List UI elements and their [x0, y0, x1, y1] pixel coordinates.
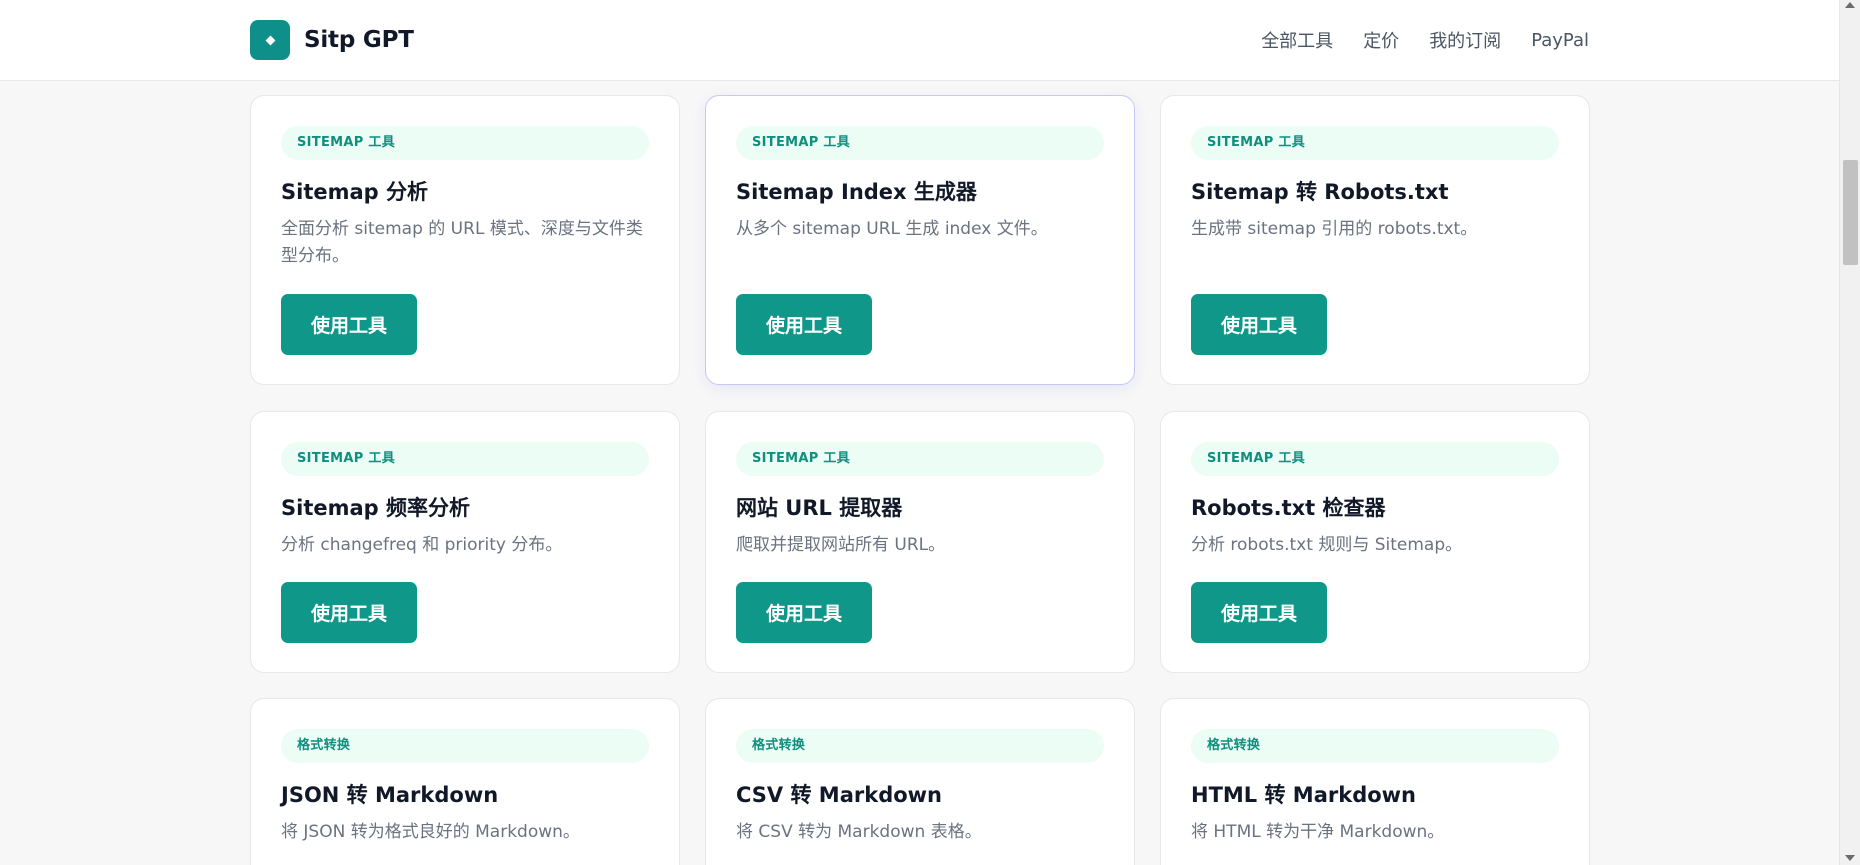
tool-description: 全面分析 sitemap 的 URL 模式、深度与文件类型分布。	[281, 219, 643, 266]
category-badge: SITEMAP 工具	[736, 442, 1104, 476]
tool-title: Sitemap 频率分析	[281, 496, 470, 520]
tool-card: SITEMAP 工具 Sitemap 分析 全面分析 sitemap 的 URL…	[250, 95, 680, 385]
category-badge: SITEMAP 工具	[281, 442, 649, 476]
tool-card: 格式转换 HTML 转 Markdown 将 HTML 转为干净 Markdow…	[1160, 698, 1590, 865]
tool-card: SITEMAP 工具 Sitemap Index 生成器 从多个 sitemap…	[705, 95, 1135, 385]
category-badge: 格式转换	[281, 729, 649, 763]
category-badge: SITEMAP 工具	[1191, 126, 1559, 160]
category-badge: SITEMAP 工具	[736, 126, 1104, 160]
tool-title: Sitemap Index 生成器	[736, 180, 977, 204]
tool-card: SITEMAP 工具 Robots.txt 检查器 分析 robots.txt …	[1160, 411, 1590, 673]
vertical-scrollbar[interactable]	[1839, 0, 1860, 865]
tool-description: 将 HTML 转为干净 Markdown。	[1191, 822, 1445, 842]
nav-paypal[interactable]: PayPal	[1531, 30, 1589, 51]
category-badge: SITEMAP 工具	[1191, 442, 1559, 476]
nav-pricing[interactable]: 定价	[1363, 27, 1399, 53]
tool-card: SITEMAP 工具 Sitemap 转 Robots.txt 生成带 site…	[1160, 95, 1590, 385]
tool-title: 网站 URL 提取器	[736, 496, 903, 520]
tool-card: 格式转换 JSON 转 Markdown 将 JSON 转为格式良好的 Mark…	[250, 698, 680, 865]
tool-description: 分析 robots.txt 规则与 Sitemap。	[1191, 535, 1463, 555]
use-tool-button[interactable]: 使用工具	[281, 582, 417, 643]
tool-description: 爬取并提取网站所有 URL。	[736, 535, 946, 555]
logo-icon	[250, 20, 290, 60]
tool-card: 格式转换 CSV 转 Markdown 将 CSV 转为 Markdown 表格…	[705, 698, 1135, 865]
tool-description: 将 CSV 转为 Markdown 表格。	[736, 822, 982, 842]
brand[interactable]: Sitp GPT	[250, 20, 414, 60]
use-tool-button[interactable]: 使用工具	[736, 582, 872, 643]
tool-card: SITEMAP 工具 Sitemap 频率分析 分析 changefreq 和 …	[250, 411, 680, 673]
category-badge: 格式转换	[1191, 729, 1559, 763]
tool-title: Robots.txt 检查器	[1191, 496, 1386, 520]
tool-description: 将 JSON 转为格式良好的 Markdown。	[281, 822, 580, 842]
tool-title: HTML 转 Markdown	[1191, 783, 1417, 807]
tool-description: 从多个 sitemap URL 生成 index 文件。	[736, 219, 1048, 239]
page: Sitp GPT 全部工具 定价 我的订阅 PayPal SITEMAP 工具 …	[0, 0, 1860, 865]
tool-title: JSON 转 Markdown	[281, 783, 499, 807]
scroll-down-arrow-icon[interactable]	[1845, 855, 1855, 861]
category-badge: SITEMAP 工具	[281, 126, 649, 160]
scroll-up-arrow-icon[interactable]	[1845, 2, 1855, 8]
use-tool-button[interactable]: 使用工具	[736, 294, 872, 355]
tool-card: SITEMAP 工具 网站 URL 提取器 爬取并提取网站所有 URL。 使用工…	[705, 411, 1135, 673]
category-badge: 格式转换	[736, 729, 1104, 763]
nav-all-tools[interactable]: 全部工具	[1261, 27, 1333, 53]
tool-title: Sitemap 转 Robots.txt	[1191, 180, 1449, 204]
main-nav: 全部工具 定价 我的订阅 PayPal	[1261, 24, 1589, 56]
use-tool-button[interactable]: 使用工具	[1191, 294, 1327, 355]
scroll-thumb[interactable]	[1843, 160, 1858, 265]
tool-title: CSV 转 Markdown	[736, 783, 943, 807]
tool-description: 分析 changefreq 和 priority 分布。	[281, 535, 563, 555]
brand-name: Sitp GPT	[304, 27, 414, 53]
tool-title: Sitemap 分析	[281, 180, 428, 204]
nav-my-subscription[interactable]: 我的订阅	[1429, 27, 1501, 53]
top-navbar: Sitp GPT 全部工具 定价 我的订阅 PayPal	[0, 0, 1839, 81]
use-tool-button[interactable]: 使用工具	[281, 294, 417, 355]
use-tool-button[interactable]: 使用工具	[1191, 582, 1327, 643]
tool-description: 生成带 sitemap 引用的 robots.txt。	[1191, 219, 1478, 239]
